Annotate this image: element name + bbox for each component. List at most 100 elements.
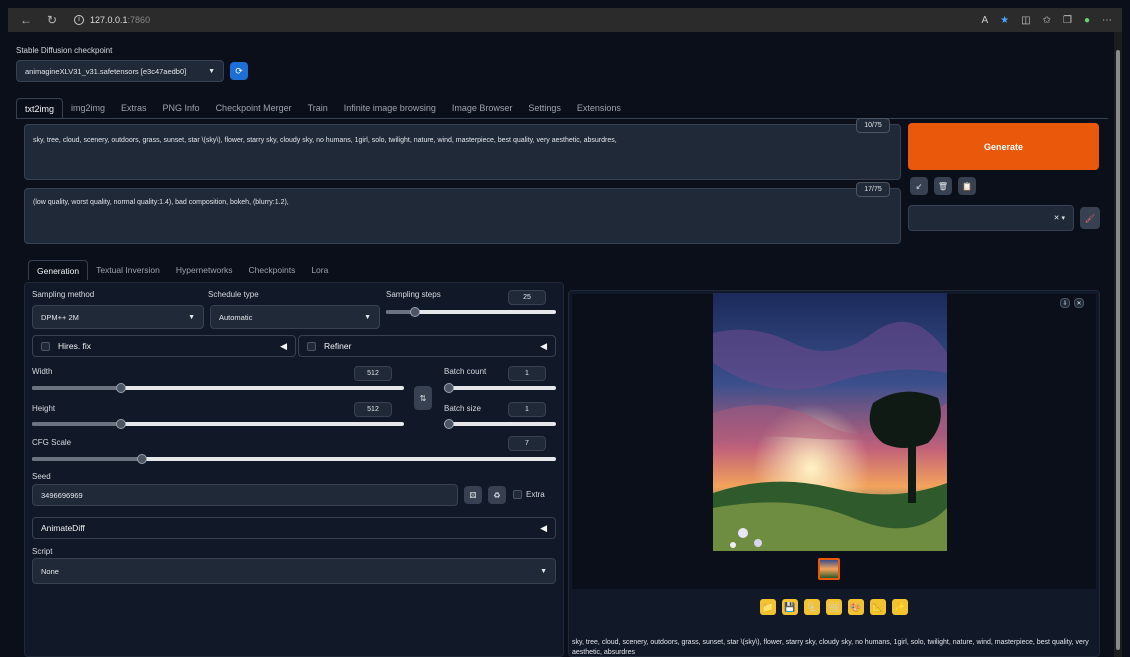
subtab-generation[interactable]: Generation <box>28 260 89 280</box>
refresh-checkpoint-button[interactable]: ⟳ <box>230 62 248 80</box>
subtab-textual-inversion[interactable]: Textual Inversion <box>88 260 168 280</box>
prompt-text: sky, tree, cloud, scenery, outdoors, gra… <box>33 137 617 144</box>
tab-image-browser[interactable]: Image Browser <box>444 98 521 118</box>
height-slider[interactable] <box>32 419 404 429</box>
generated-image[interactable] <box>713 293 947 551</box>
paintbrush-icon: 🖌 <box>1084 213 1096 223</box>
extra-seed-checkbox[interactable] <box>513 490 522 499</box>
random-seed-button[interactable]: ⚄ <box>464 486 482 504</box>
split-screen-icon[interactable]: ◫ <box>1021 15 1030 26</box>
url-port: :7860 <box>127 15 151 25</box>
site-info-icon[interactable]: i <box>74 15 84 25</box>
back-icon[interactable]: ← <box>18 13 34 27</box>
tab-checkpoint-merger[interactable]: Checkpoint Merger <box>208 98 300 118</box>
image-toolbar: 📁 💾 🗜 🖼 🎨 📐 ✨ <box>572 592 1096 622</box>
close-icon: ✕ <box>1076 300 1082 307</box>
batch-count-slider[interactable] <box>444 383 556 393</box>
generate-button[interactable]: Generate <box>908 123 1099 170</box>
more-menu-icon[interactable]: ⋯ <box>1102 15 1112 26</box>
refresh-icon: ⟳ <box>235 65 243 76</box>
tab-txt2img[interactable]: txt2img <box>16 98 64 118</box>
sampling-method-label: Sampling method <box>32 290 95 299</box>
save-icon: 💾 <box>784 601 796 612</box>
sampling-steps-input[interactable]: 25 <box>508 290 546 305</box>
sampling-method-select[interactable]: DPM++ 2M ▼ <box>32 305 204 329</box>
save-button[interactable]: 💾 <box>782 599 798 615</box>
reuse-seed-button[interactable]: ♻ <box>488 486 506 504</box>
slider-handle[interactable] <box>409 307 420 317</box>
width-slider[interactable] <box>32 383 404 393</box>
slider-handle[interactable] <box>444 383 454 393</box>
download-button[interactable]: ⇩ <box>1060 298 1070 308</box>
sampling-method-value: DPM++ 2M <box>41 312 79 322</box>
checkpoint-label: Stable Diffusion checkpoint <box>16 46 113 55</box>
cfg-scale-input[interactable]: 7 <box>508 436 546 451</box>
reload-icon[interactable]: ↻ <box>44 13 60 27</box>
prompt-textarea[interactable]: sky, tree, cloud, scenery, outdoors, gra… <box>24 124 901 180</box>
address-bar[interactable]: i 127.0.0.1:7860 <box>74 15 150 25</box>
recycle-icon: ♻ <box>493 490 501 500</box>
script-select[interactable]: None ▼ <box>32 558 556 584</box>
negative-prompt-textarea[interactable]: (low quality, worst quality, normal qual… <box>24 188 901 244</box>
slider-handle[interactable] <box>444 419 454 429</box>
batch-size-input[interactable]: 1 <box>508 402 546 417</box>
chevron-down-icon: ▼ <box>188 313 195 321</box>
subtab-checkpoints[interactable]: Checkpoints <box>241 260 304 280</box>
batch-count-label: Batch count <box>444 367 487 376</box>
batch-size-slider[interactable] <box>444 419 556 429</box>
tab-img2img[interactable]: img2img <box>63 98 113 118</box>
refiner-checkbox[interactable] <box>307 341 316 351</box>
checkpoint-select[interactable]: animagineXLV31_v31.safetensors [e3c47aed… <box>16 60 224 82</box>
tab-extensions[interactable]: Extensions <box>569 98 629 118</box>
upscale-button[interactable]: ✨ <box>892 599 908 615</box>
read-aloud-icon[interactable]: A <box>982 15 989 26</box>
styles-select[interactable]: ✕ ▾ <box>908 205 1074 231</box>
tab-train[interactable]: Train <box>300 98 336 118</box>
sampling-steps-slider[interactable] <box>386 307 556 317</box>
schedule-type-select[interactable]: Automatic ▼ <box>210 305 380 329</box>
subtab-lora[interactable]: Lora <box>303 260 336 280</box>
edit-styles-button[interactable]: 🖌 <box>1080 207 1100 229</box>
subtab-hypernetworks[interactable]: Hypernetworks <box>168 260 241 280</box>
collections-icon[interactable]: ❐ <box>1063 15 1072 26</box>
tab-divider <box>16 118 1108 119</box>
hires-fix-label: Hires. fix <box>58 341 92 351</box>
palette-icon: 🎨 <box>850 601 862 612</box>
read-params-button[interactable]: ↙ <box>910 177 928 195</box>
swap-icon: ⇅ <box>419 393 427 403</box>
styles-button[interactable]: 📋 <box>958 177 976 195</box>
send-to-extras-button[interactable]: 📐 <box>870 599 886 615</box>
batch-count-input[interactable]: 1 <box>508 366 546 381</box>
image-thumbnail[interactable] <box>818 558 840 580</box>
page-scrollbar[interactable] <box>1114 32 1122 657</box>
extension-icon[interactable]: ● <box>1084 15 1090 26</box>
send-to-img2img-button[interactable]: 🖼 <box>826 599 842 615</box>
tab-extras[interactable]: Extras <box>113 98 155 118</box>
hires-fix-accordion[interactable]: Hires. fix ◀ <box>32 335 296 357</box>
refiner-accordion[interactable]: Refiner ◀ <box>298 335 556 357</box>
width-input[interactable]: 512 <box>354 366 392 381</box>
tab-settings[interactable]: Settings <box>520 98 569 118</box>
schedule-type-label: Schedule type <box>208 290 259 299</box>
slider-handle[interactable] <box>137 454 148 464</box>
collapse-triangle-icon: ◀ <box>540 340 547 351</box>
swap-dimensions-button[interactable]: ⇅ <box>414 386 432 410</box>
cfg-scale-slider[interactable] <box>32 454 556 464</box>
zip-button[interactable]: 🗜 <box>804 599 820 615</box>
animatediff-accordion[interactable]: AnimateDiff ◀ <box>32 517 556 539</box>
tab-infinite-image-browsing[interactable]: Infinite image browsing <box>336 98 444 118</box>
height-label: Height <box>32 404 56 413</box>
chevron-down-icon: ▼ <box>364 313 371 321</box>
hires-fix-checkbox[interactable] <box>41 341 50 351</box>
schedule-type-value: Automatic <box>219 312 253 322</box>
width-label: Width <box>32 367 53 376</box>
seed-input[interactable]: 3496696969 <box>32 484 458 506</box>
tab-png-info[interactable]: PNG Info <box>155 98 208 118</box>
height-input[interactable]: 512 <box>354 402 392 417</box>
favorite-star-icon[interactable]: ★ <box>1000 15 1009 26</box>
send-to-inpaint-button[interactable]: 🎨 <box>848 599 864 615</box>
clear-prompt-button[interactable]: 🗑 <box>934 177 952 195</box>
open-folder-button[interactable]: 📁 <box>760 599 776 615</box>
close-image-button[interactable]: ✕ <box>1074 298 1084 308</box>
favorites-icon[interactable]: ✩ <box>1043 15 1051 26</box>
